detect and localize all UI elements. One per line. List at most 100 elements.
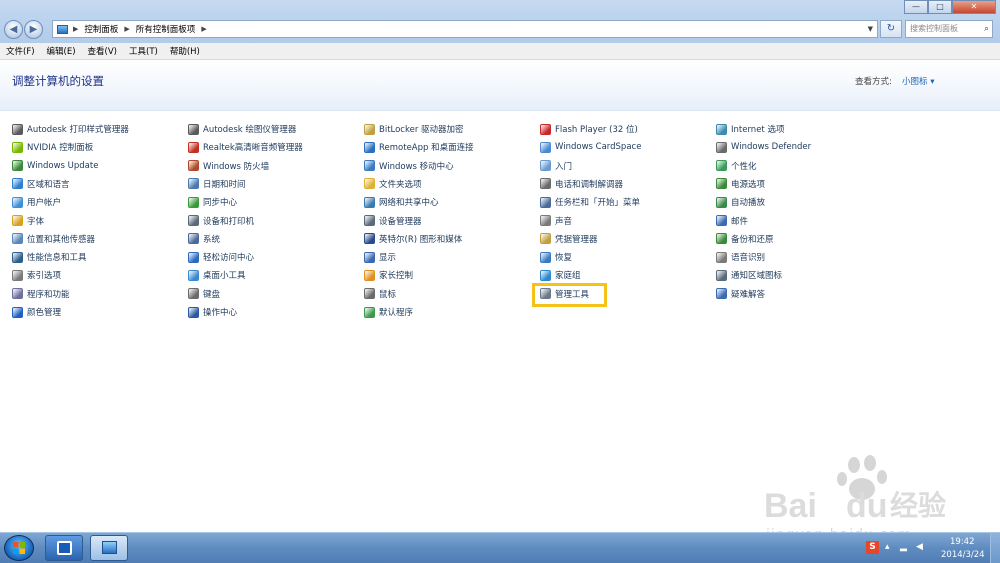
cp-item-network[interactable]: 网络和共享中心 xyxy=(364,194,439,210)
address-bar[interactable]: ▶ 控制面板 ▶ 所有控制面板项 ▶ ▼ xyxy=(52,20,878,38)
forward-button[interactable]: ▶ xyxy=(24,20,43,39)
cp-item-realtek[interactable]: Realtek高清晰音频管理器 xyxy=(188,139,303,155)
cp-item-label: NVIDIA 控制面板 xyxy=(27,143,94,154)
cp-item-autoplay[interactable]: 自动播放 xyxy=(716,194,765,210)
index-icon xyxy=(12,269,23,281)
cp-item-accessibility[interactable]: 轻松访问中心 xyxy=(188,249,254,265)
bitlocker-icon xyxy=(364,123,375,135)
cp-item-defender[interactable]: Windows Defender xyxy=(716,139,811,155)
watermark-cn: 经验 xyxy=(890,489,946,522)
back-button[interactable]: ◀ xyxy=(4,20,23,39)
cp-item-nvidia[interactable]: NVIDIA 控制面板 xyxy=(12,139,93,155)
chevron-down-icon[interactable]: ▼ xyxy=(866,25,877,33)
intel-graphics-icon xyxy=(364,233,375,245)
cp-item-bitlocker[interactable]: BitLocker 驱动器加密 xyxy=(364,121,464,137)
cp-item-cardspace[interactable]: Windows CardSpace xyxy=(540,139,641,155)
cp-item-flash[interactable]: Flash Player (32 位) xyxy=(540,121,638,137)
cp-item-label: 同步中心 xyxy=(203,198,238,209)
cp-item-phone[interactable]: 电话和调制解调器 xyxy=(540,176,623,192)
cp-item-homegroup[interactable]: 家庭组 xyxy=(540,267,581,283)
cp-item-notification[interactable]: 通知区域图标 xyxy=(716,267,782,283)
search-icon[interactable]: ⌕ xyxy=(984,21,989,37)
cp-item-remoteapp[interactable]: RemoteApp 和桌面连接 xyxy=(364,139,474,155)
notification-icon xyxy=(716,269,727,281)
mobility-icon xyxy=(364,160,375,172)
cp-item-keyboard[interactable]: 键盘 xyxy=(188,286,220,302)
cp-item-label: 默认程序 xyxy=(379,308,414,318)
breadcrumb-control-panel[interactable]: 控制面板 xyxy=(80,23,122,35)
breadcrumb-all-items[interactable]: 所有控制面板项 xyxy=(132,23,200,35)
cp-item-plotter[interactable]: Autodesk 绘图仪管理器 xyxy=(188,121,296,137)
menu-edit[interactable]: 编辑(E) xyxy=(41,45,82,57)
cp-item-credential[interactable]: 凭据管理器 xyxy=(540,231,598,247)
cp-item-system[interactable]: 系统 xyxy=(188,231,220,247)
close-button[interactable]: ✕ xyxy=(952,0,996,14)
cp-item-mouse[interactable]: 鼠标 xyxy=(364,286,396,302)
menu-help[interactable]: 帮助(H) xyxy=(164,45,206,57)
clock-time[interactable]: 19:42 xyxy=(950,537,975,547)
cp-item-clock[interactable]: 日期和时间 xyxy=(188,176,246,192)
cp-item-sync[interactable]: 同步中心 xyxy=(188,194,237,210)
cp-item-power[interactable]: 电源选项 xyxy=(716,176,765,192)
cp-item-windows-update[interactable]: Windows Update xyxy=(12,158,98,174)
cp-item-display[interactable]: 显示 xyxy=(364,249,396,265)
view-by-dropdown[interactable]: 小图标 ▾ xyxy=(902,75,934,87)
cp-item-getting-started[interactable]: 入门 xyxy=(540,158,572,174)
cp-item-label: 个性化 xyxy=(731,161,757,172)
cp-item-devices[interactable]: 设备和打印机 xyxy=(188,213,254,229)
programs-icon xyxy=(12,288,23,300)
cp-item-microphone[interactable]: 语音识别 xyxy=(716,249,765,265)
realtek-icon xyxy=(188,141,199,153)
cp-item-device-manager[interactable]: 设备管理器 xyxy=(364,213,422,229)
refresh-button[interactable]: ↻ xyxy=(880,20,902,38)
taskbar-app-control-panel[interactable] xyxy=(90,535,128,561)
minimize-button[interactable]: — xyxy=(904,0,928,14)
cp-item-default-programs[interactable]: 默认程序 xyxy=(364,304,413,320)
power-icon xyxy=(716,178,727,190)
cp-item-printer-style[interactable]: Autodesk 打印样式管理器 xyxy=(12,121,129,137)
show-desktop-button[interactable] xyxy=(990,533,1000,563)
search-input[interactable]: 搜索控制面板 ⌕ xyxy=(905,20,993,38)
cp-item-sensor[interactable]: 位置和其他传感器 xyxy=(12,231,95,247)
cp-item-globe[interactable]: 区域和语言 xyxy=(12,176,70,192)
cp-item-parental[interactable]: 家长控制 xyxy=(364,267,413,283)
cp-item-personalization[interactable]: 个性化 xyxy=(716,158,757,174)
volume-icon[interactable]: ◀ xyxy=(916,542,923,552)
menu-file[interactable]: 文件(F) xyxy=(0,45,41,57)
taskbar-app-maxthon[interactable] xyxy=(45,535,83,561)
cp-item-firewall[interactable]: Windows 防火墙 xyxy=(188,158,269,174)
cp-item-mobility[interactable]: Windows 移动中心 xyxy=(364,158,454,174)
cp-item-performance[interactable]: 性能信息和工具 xyxy=(12,249,87,265)
chevron-up-icon[interactable]: ▴ xyxy=(885,542,890,552)
clock-date[interactable]: 2014/3/24 xyxy=(941,550,985,560)
cp-item-index[interactable]: 索引选项 xyxy=(12,267,61,283)
menu-view[interactable]: 查看(V) xyxy=(82,45,123,57)
cp-item-speaker[interactable]: 声音 xyxy=(540,213,572,229)
cp-item-label: BitLocker 驱动器加密 xyxy=(379,125,464,135)
network-tray-icon[interactable]: ▂ xyxy=(900,542,907,552)
cp-item-programs[interactable]: 程序和功能 xyxy=(12,286,70,302)
system-icon xyxy=(188,233,199,245)
maximize-button[interactable]: □ xyxy=(928,0,952,14)
remoteapp-icon xyxy=(364,141,375,153)
cp-item-mail[interactable]: 邮件 xyxy=(716,213,748,229)
cp-item-recovery[interactable]: 恢复 xyxy=(540,249,572,265)
cp-item-taskbar[interactable]: 任务栏和「开始」菜单 xyxy=(540,194,640,210)
cp-item-color[interactable]: 颜色管理 xyxy=(12,304,61,320)
cp-item-troubleshoot[interactable]: 疑难解答 xyxy=(716,286,765,302)
cp-item-font[interactable]: 字体 xyxy=(12,213,44,229)
cp-item-user[interactable]: 用户帐户 xyxy=(12,194,61,210)
cp-item-label: 网络和共享中心 xyxy=(379,198,439,209)
cp-item-gadgets[interactable]: 桌面小工具 xyxy=(188,267,246,283)
cp-item-label: 位置和其他传感器 xyxy=(27,234,96,245)
sogou-ime-icon[interactable]: S xyxy=(866,541,879,554)
cp-item-intel-graphics[interactable]: 英特尔(R) 图形和媒体 xyxy=(364,231,462,247)
display-icon xyxy=(364,251,375,263)
cp-item-backup[interactable]: 备份和还原 xyxy=(716,231,774,247)
start-button[interactable] xyxy=(4,535,34,561)
menu-tools[interactable]: 工具(T) xyxy=(123,45,164,57)
cp-item-folder[interactable]: 文件夹选项 xyxy=(364,176,422,192)
cp-item-flag[interactable]: 操作中心 xyxy=(188,304,237,320)
cp-item-internet-options[interactable]: Internet 选项 xyxy=(716,121,784,137)
content-header: 调整计算机的设置 查看方式: 小图标 ▾ xyxy=(0,60,1000,111)
